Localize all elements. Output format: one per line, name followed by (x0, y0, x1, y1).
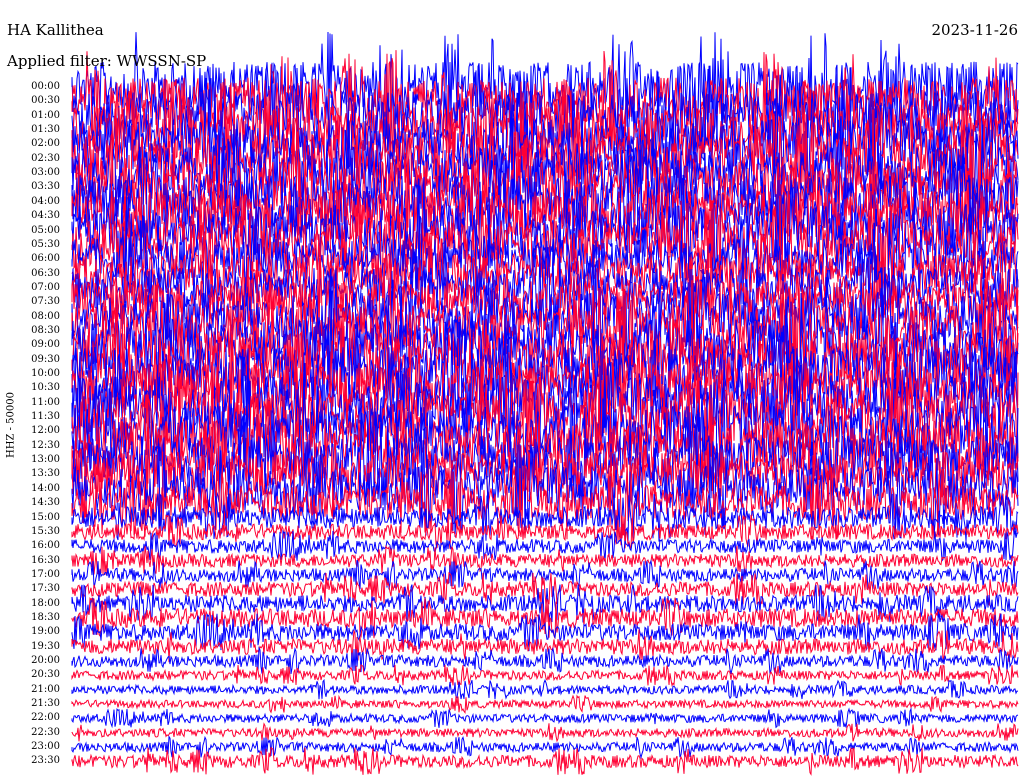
date-label: 2023-11-26 (931, 21, 1018, 39)
time-tick-label: 11:00 (31, 396, 60, 408)
time-tick-label: 17:00 (31, 568, 60, 580)
time-tick-label: 08:00 (31, 310, 60, 322)
time-tick-label: 09:00 (31, 339, 60, 351)
helicorder-plot (71, 31, 1019, 776)
trace-line-2300 (71, 735, 1019, 760)
time-tick-label: 05:00 (31, 224, 60, 236)
time-tick-label: 03:30 (31, 181, 60, 193)
time-tick-label: 12:30 (31, 439, 60, 451)
time-tick-label: 04:00 (31, 195, 60, 207)
time-tick-label: 04:30 (31, 210, 60, 222)
time-tick-label: 18:00 (31, 597, 60, 609)
time-tick-label: 21:30 (31, 698, 60, 710)
time-tick-label: 08:30 (31, 324, 60, 336)
trace-line-2230 (71, 722, 1019, 743)
time-tick-label: 01:00 (31, 109, 60, 121)
time-tick-label: 20:30 (31, 669, 60, 681)
time-tick-label: 02:30 (31, 152, 60, 164)
time-tick-label: 07:30 (31, 296, 60, 308)
time-tick-label: 14:30 (31, 497, 60, 509)
time-tick-label: 18:30 (31, 611, 60, 623)
time-tick-label: 16:30 (31, 554, 60, 566)
time-tick-label: 12:00 (31, 425, 60, 437)
time-tick-label: 23:00 (31, 741, 60, 753)
time-tick-label: 19:00 (31, 626, 60, 638)
time-tick-label: 22:00 (31, 712, 60, 724)
time-tick-label: 02:00 (31, 138, 60, 150)
time-tick-label: 07:00 (31, 281, 60, 293)
time-tick-label: 03:00 (31, 167, 60, 179)
time-tick-label: 21:00 (31, 683, 60, 695)
time-tick-label: 20:00 (31, 655, 60, 666)
time-tick-label: 06:00 (31, 253, 60, 265)
time-tick-label: 00:30 (31, 95, 60, 107)
station-title: HA Kallithea (7, 21, 104, 39)
time-tick-label: 10:30 (31, 382, 60, 394)
time-tick-label: 14:00 (31, 482, 60, 494)
time-tick-label: 06:30 (31, 267, 60, 279)
time-tick-label: 09:30 (31, 353, 60, 365)
time-tick-label: 10:00 (31, 368, 60, 379)
time-tick-label: 16:00 (31, 540, 60, 552)
filter-label: Applied filter: WWSSN-SP (7, 52, 207, 70)
time-tick-label: 11:30 (31, 411, 60, 423)
time-tick-label: 15:30 (31, 525, 60, 537)
trace-line-2130 (71, 694, 1019, 714)
trace-line-2100 (71, 678, 1019, 700)
time-tick-label: 05:30 (31, 238, 60, 250)
time-tick-label: 23:30 (31, 755, 60, 767)
trace-line-2330 (71, 746, 1019, 776)
time-tick-label: 13:30 (31, 468, 60, 480)
time-tick-label: 22:30 (31, 726, 60, 738)
time-tick-label: 19:30 (31, 640, 60, 652)
time-tick-label: 01:30 (31, 124, 60, 136)
time-tick-label: 15:00 (31, 511, 60, 523)
time-tick-label: 17:30 (31, 583, 60, 595)
time-tick-label: 13:00 (31, 454, 60, 466)
time-tick-label: 00:00 (31, 81, 60, 92)
trace-line-2000 (71, 646, 1019, 675)
trace-line-2200 (71, 707, 1019, 729)
